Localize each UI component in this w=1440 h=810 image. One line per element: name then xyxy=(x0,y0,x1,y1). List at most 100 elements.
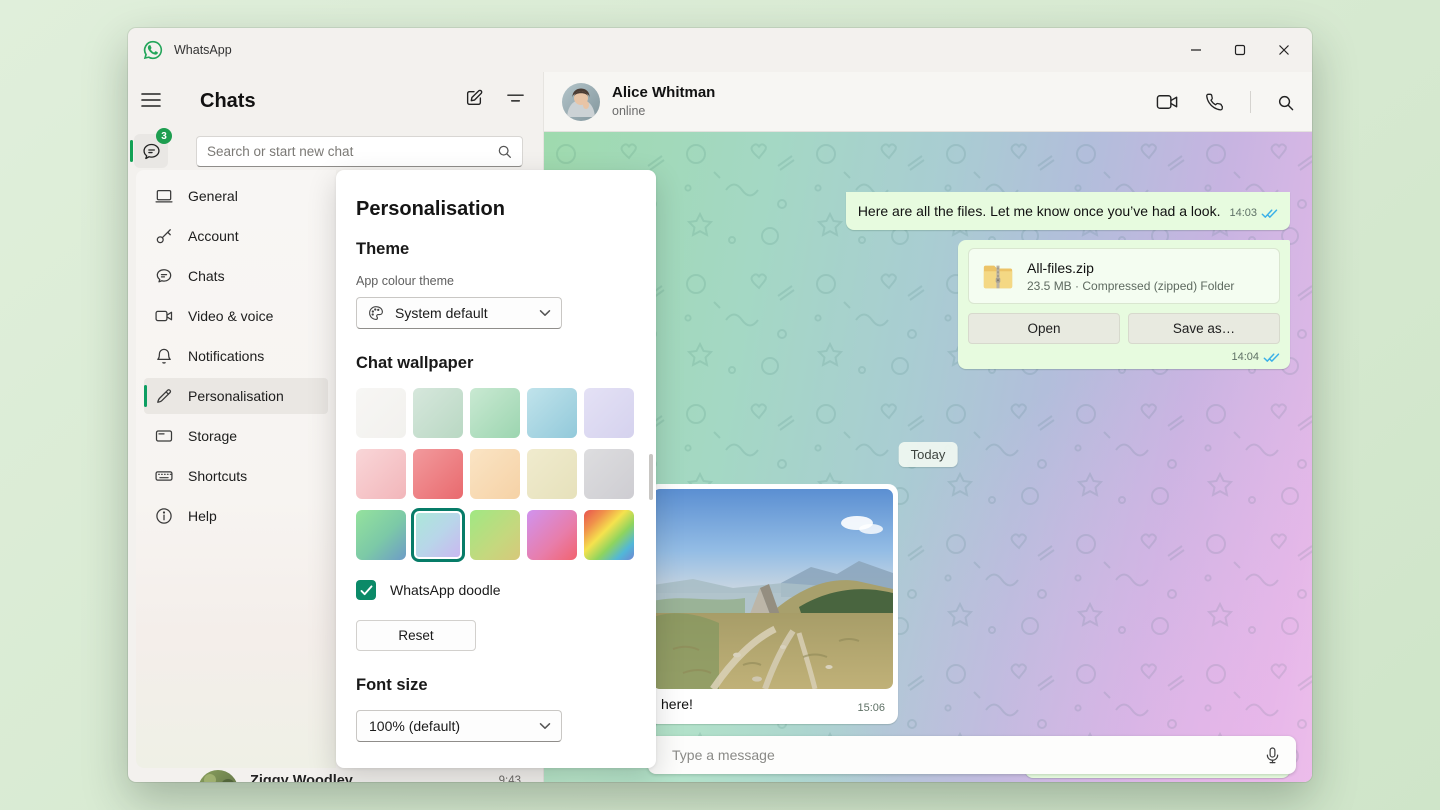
conversation-header: Alice Whitman online xyxy=(544,72,1312,132)
settings-nav-account[interactable]: Account xyxy=(144,218,328,254)
date-divider: Today xyxy=(899,442,958,467)
theme-select[interactable]: System default xyxy=(356,297,562,329)
wallpaper-swatch[interactable] xyxy=(584,388,634,438)
minimize-button[interactable] xyxy=(1174,33,1218,67)
font-size-value: 100% (default) xyxy=(369,718,460,734)
window-title: WhatsApp xyxy=(174,43,232,57)
wallpaper-swatch[interactable] xyxy=(470,449,520,499)
chats-icon xyxy=(141,141,162,162)
message-time: 14:04 xyxy=(1231,351,1259,363)
message-composer[interactable] xyxy=(648,736,1296,774)
settings-nav: General Account Chats Video & voice Noti… xyxy=(136,170,336,768)
maximize-button[interactable] xyxy=(1218,33,1262,67)
wallpaper-swatch[interactable] xyxy=(584,449,634,499)
whatsapp-logo-icon xyxy=(142,39,164,61)
monitor-icon xyxy=(154,186,174,206)
message-file-attachment[interactable]: All-files.zip 23.5 MB · Compressed (zipp… xyxy=(958,240,1290,369)
settings-nav-general[interactable]: General xyxy=(144,178,328,214)
storage-icon xyxy=(154,426,174,446)
font-size-heading: Font size xyxy=(356,676,428,695)
wallpaper-swatch[interactable] xyxy=(527,449,577,499)
doodle-checkbox-label: WhatsApp doodle xyxy=(390,582,501,598)
file-card: All-files.zip 23.5 MB · Compressed (zipp… xyxy=(968,248,1280,304)
chat-wallpaper: Here are all the files. Let me know once… xyxy=(544,132,1312,782)
chat-bubble-icon xyxy=(154,266,174,286)
chats-panel-title: Chats xyxy=(200,90,256,113)
contact-status: online xyxy=(612,104,645,118)
font-size-select[interactable]: 100% (default) xyxy=(356,710,562,742)
unread-badge: 3 xyxy=(156,128,172,144)
settings-nav-notifications[interactable]: Notifications xyxy=(144,338,328,374)
wallpaper-swatch[interactable] xyxy=(356,449,406,499)
search-input[interactable] xyxy=(207,144,497,159)
whatsapp-doodle-option[interactable]: WhatsApp doodle xyxy=(356,580,501,600)
message-time: 15:06 xyxy=(857,702,885,714)
image-caption: here! xyxy=(661,696,693,712)
chat-search-box[interactable] xyxy=(196,136,523,167)
settings-nav-shortcuts[interactable]: Shortcuts xyxy=(144,458,328,494)
settings-nav-help[interactable]: Help xyxy=(144,498,328,534)
theme-select-value: System default xyxy=(395,305,488,321)
video-call-button[interactable] xyxy=(1156,93,1179,111)
rail-active-indicator xyxy=(130,140,133,162)
voice-call-button[interactable] xyxy=(1205,93,1224,112)
filter-chats-button[interactable] xyxy=(506,88,525,108)
app-colour-theme-label: App colour theme xyxy=(356,274,454,288)
conversation-area: Alice Whitman online xyxy=(544,72,1312,782)
wallpaper-swatch[interactable] xyxy=(470,388,520,438)
zip-folder-icon xyxy=(981,259,1015,293)
chat-time: 9:43 xyxy=(499,775,521,782)
palette-icon xyxy=(367,304,385,322)
wallpaper-swatch[interactable] xyxy=(356,388,406,438)
new-chat-button[interactable] xyxy=(464,88,484,108)
wallpaper-swatch[interactable] xyxy=(527,510,577,560)
search-icon xyxy=(497,144,512,159)
message-time: 14:03 xyxy=(1229,207,1257,219)
avatar xyxy=(198,770,238,782)
search-in-chat-button[interactable] xyxy=(1277,94,1294,111)
chevron-down-icon xyxy=(539,309,551,317)
read-ticks-icon xyxy=(1261,208,1278,219)
save-file-button[interactable]: Save as… xyxy=(1128,313,1280,344)
chat-contact-name: Ziggy Woodley xyxy=(250,773,353,782)
file-meta: 23.5 MB · Compressed (zipped) Folder xyxy=(1027,279,1234,293)
contact-avatar[interactable] xyxy=(562,83,600,121)
message-incoming-image[interactable]: here! 15:06 xyxy=(648,484,898,724)
key-icon xyxy=(154,226,174,246)
whatsapp-window: WhatsApp 3 Chats xyxy=(128,28,1312,782)
chat-wallpaper-heading: Chat wallpaper xyxy=(356,354,473,373)
message-input[interactable] xyxy=(672,747,1263,763)
wallpaper-swatch[interactable] xyxy=(413,388,463,438)
settings-overlay: General Account Chats Video & voice Noti… xyxy=(136,170,656,768)
personalisation-panel: Personalisation Theme App colour theme S… xyxy=(336,170,656,768)
settings-nav-personalisation[interactable]: Personalisation xyxy=(144,378,328,414)
settings-nav-storage[interactable]: Storage xyxy=(144,418,328,454)
message-outgoing[interactable]: Here are all the files. Let me know once… xyxy=(846,192,1290,230)
reset-wallpaper-button[interactable]: Reset xyxy=(356,620,476,651)
wallpaper-swatch[interactable] xyxy=(413,449,463,499)
chat-list-item[interactable]: Ziggy Woodley 9:43 xyxy=(174,770,543,782)
video-camera-icon xyxy=(154,306,174,326)
file-name: All-files.zip xyxy=(1027,260,1234,276)
wallpaper-swatch[interactable] xyxy=(527,388,577,438)
open-file-button[interactable]: Open xyxy=(968,313,1120,344)
selected-nav-indicator xyxy=(144,385,147,407)
wallpaper-swatch-selected[interactable] xyxy=(413,510,463,560)
info-icon xyxy=(154,506,174,526)
bell-icon xyxy=(154,346,174,366)
doodle-checkbox-checked[interactable] xyxy=(356,580,376,600)
chevron-down-icon xyxy=(539,722,551,730)
wallpaper-swatch[interactable] xyxy=(584,510,634,560)
settings-scrollbar[interactable] xyxy=(649,454,653,500)
settings-nav-video-voice[interactable]: Video & voice xyxy=(144,298,328,334)
settings-nav-chats[interactable]: Chats xyxy=(144,258,328,294)
close-button[interactable] xyxy=(1262,33,1306,67)
photo-mountain-landscape[interactable] xyxy=(653,489,893,689)
keyboard-icon xyxy=(154,466,174,486)
read-ticks-icon xyxy=(1263,352,1280,363)
wallpaper-swatch[interactable] xyxy=(470,510,520,560)
wallpaper-swatch[interactable] xyxy=(356,510,406,560)
titlebar: WhatsApp xyxy=(128,28,1312,72)
microphone-icon[interactable] xyxy=(1263,746,1282,765)
menu-button[interactable] xyxy=(141,92,161,108)
